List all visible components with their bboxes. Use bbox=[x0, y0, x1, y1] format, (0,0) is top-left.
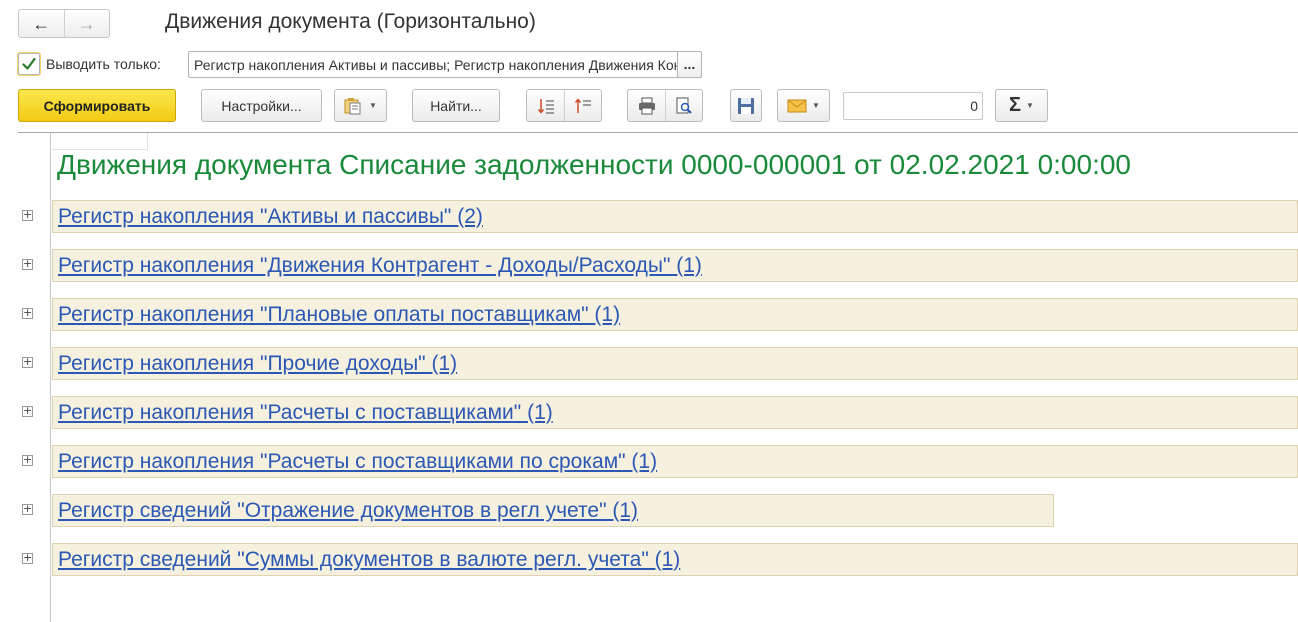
grouping-gutter bbox=[18, 133, 51, 622]
register-link[interactable]: Регистр накопления "Активы и пассивы" (2… bbox=[58, 205, 483, 229]
expand-row-icon[interactable]: + bbox=[22, 503, 33, 515]
arrow-right-icon: → bbox=[77, 13, 96, 34]
expand-row-icon[interactable]: + bbox=[22, 552, 33, 564]
printer-icon bbox=[638, 97, 655, 114]
register-link[interactable]: Регистр накопления "Движения Контрагент … bbox=[58, 254, 702, 278]
register-row: Регистр сведений "Отражение документов в… bbox=[52, 494, 1054, 527]
register-link[interactable]: Регистр накопления "Расчеты с поставщика… bbox=[58, 401, 553, 425]
collapse-groups-icon bbox=[574, 97, 591, 113]
find-button[interactable]: Найти... bbox=[412, 89, 500, 122]
output-only-label: Выводить только: bbox=[46, 56, 161, 72]
expand-row-icon[interactable]: + bbox=[22, 258, 33, 270]
register-link[interactable]: Регистр накопления "Прочие доходы" (1) bbox=[58, 352, 457, 376]
register-select-button[interactable]: ... bbox=[677, 51, 702, 78]
register-row: Регистр сведений "Суммы документов в вал… bbox=[52, 543, 1298, 576]
settings-button[interactable]: Настройки... bbox=[201, 89, 322, 122]
document-title: Движения документа Списание задолженност… bbox=[57, 149, 1131, 180]
register-row: Регистр накопления "Плановые оплаты пост… bbox=[52, 298, 1298, 331]
arrow-left-icon: ← bbox=[32, 13, 51, 34]
group-expand-collapse bbox=[526, 89, 602, 122]
generate-button[interactable]: Сформировать bbox=[18, 89, 176, 122]
report-variant-icon bbox=[344, 97, 361, 114]
forward-button[interactable]: → bbox=[65, 10, 110, 37]
print-group bbox=[627, 89, 703, 122]
register-row: Регистр накопления "Расчеты с поставщика… bbox=[52, 396, 1298, 429]
register-link[interactable]: Регистр сведений "Отражение документов в… bbox=[58, 499, 638, 523]
report-header-cell bbox=[52, 133, 148, 150]
expand-row-icon[interactable]: + bbox=[22, 405, 33, 417]
print-preview-icon bbox=[676, 97, 692, 114]
register-row: Регистр накопления "Прочие доходы" (1) bbox=[52, 347, 1298, 380]
register-row: Регистр накопления "Расчеты с поставщика… bbox=[52, 445, 1298, 478]
expand-row-icon[interactable]: + bbox=[22, 307, 33, 319]
print-preview-button[interactable] bbox=[665, 90, 702, 121]
expand-groups-button[interactable] bbox=[527, 90, 564, 121]
register-link[interactable]: Регистр сведений "Суммы документов в вал… bbox=[58, 548, 680, 572]
window-title: Движения документа (Горизонтально) bbox=[165, 10, 536, 33]
expand-row-icon[interactable]: + bbox=[22, 209, 33, 221]
output-only-checkbox[interactable] bbox=[18, 53, 40, 75]
envelope-icon bbox=[787, 99, 807, 112]
variant-menu-button[interactable]: ▼ bbox=[334, 89, 387, 122]
sigma-icon: Σ bbox=[1009, 94, 1022, 116]
expand-groups-icon bbox=[537, 98, 554, 114]
print-button[interactable] bbox=[628, 90, 665, 121]
chevron-down-icon: ▼ bbox=[369, 101, 377, 110]
save-button[interactable] bbox=[730, 89, 762, 122]
register-filter-input[interactable]: Регистр накопления Активы и пассивы; Рег… bbox=[188, 51, 677, 78]
expand-row-icon[interactable]: + bbox=[22, 454, 33, 466]
checkmark-icon bbox=[22, 57, 36, 70]
expand-row-icon[interactable]: + bbox=[22, 356, 33, 368]
chevron-down-icon: ▼ bbox=[1026, 101, 1034, 110]
sum-value-field[interactable]: 0 bbox=[843, 92, 983, 120]
collapse-groups-button[interactable] bbox=[564, 90, 601, 121]
register-link[interactable]: Регистр накопления "Расчеты с поставщика… bbox=[58, 450, 657, 474]
register-row: Регистр накопления "Активы и пассивы" (2… bbox=[52, 200, 1298, 233]
register-row: Регистр накопления "Движения Контрагент … bbox=[52, 249, 1298, 282]
chevron-down-icon: ▼ bbox=[812, 101, 820, 110]
navigation-buttons: ← → bbox=[18, 9, 110, 38]
send-email-button[interactable]: ▼ bbox=[777, 89, 830, 122]
register-link[interactable]: Регистр накопления "Плановые оплаты пост… bbox=[58, 303, 620, 327]
sum-menu-button[interactable]: Σ ▼ bbox=[995, 89, 1048, 122]
floppy-disk-icon bbox=[738, 97, 754, 114]
back-button[interactable]: ← bbox=[19, 10, 65, 37]
